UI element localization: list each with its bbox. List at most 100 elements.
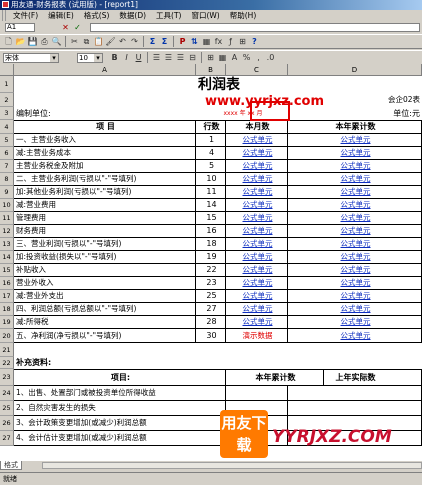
row-header[interactable]: 19	[0, 316, 14, 329]
percent-icon[interactable]: %	[241, 52, 252, 63]
thousands-icon[interactable]: ,	[253, 52, 264, 63]
font-size-select[interactable]: 10	[77, 52, 103, 63]
print-preview-icon[interactable]: 🔍	[51, 36, 62, 47]
row-header[interactable]: 25	[0, 401, 14, 416]
print-icon[interactable]: ⎙	[39, 36, 50, 47]
menu-window[interactable]: 窗口(W)	[186, 10, 224, 21]
supp-current-cell[interactable]	[226, 386, 288, 401]
row-header[interactable]: 4	[0, 120, 14, 134]
pivot-icon[interactable]: P	[177, 36, 188, 47]
decimal-icon[interactable]: .0	[265, 52, 276, 63]
formula-cell-year[interactable]: 公式单元	[288, 186, 422, 199]
formula-cell-year[interactable]: 公式单元	[288, 160, 422, 173]
row-header[interactable]: 2	[0, 93, 14, 107]
bold-icon[interactable]: B	[109, 52, 120, 63]
supp-prior-cell[interactable]	[288, 386, 422, 401]
formula-cell-month[interactable]: 公式单元	[226, 199, 288, 212]
horizontal-scrollbar[interactable]	[42, 462, 422, 469]
formula-cell-month[interactable]: 公式单元	[226, 225, 288, 238]
row-header[interactable]: 11	[0, 212, 14, 225]
calculate-icon[interactable]: ⊞	[237, 36, 248, 47]
column-header-d[interactable]: D	[288, 64, 422, 76]
merge-cells-icon[interactable]: ⊟	[187, 52, 198, 63]
formula-icon[interactable]: fx	[213, 36, 224, 47]
row-header[interactable]: 21	[0, 343, 14, 357]
formula-cell-month[interactable]: 公式单元	[226, 186, 288, 199]
row-header[interactable]: 5	[0, 134, 14, 147]
function-icon[interactable]: ƒ	[225, 36, 236, 47]
row-header[interactable]: 14	[0, 251, 14, 264]
menu-data[interactable]: 数据(D)	[114, 10, 151, 21]
formula-cell-year[interactable]: 公式单元	[288, 225, 422, 238]
chart-icon[interactable]: ▦	[201, 36, 212, 47]
row-header[interactable]: 17	[0, 290, 14, 303]
underline-icon[interactable]: U	[133, 52, 144, 63]
sum-row-icon[interactable]: Σ	[159, 36, 170, 47]
column-header-b[interactable]: B	[196, 64, 226, 76]
align-left-icon[interactable]: ☰	[151, 52, 162, 63]
formula-cell-year[interactable]: 公式单元	[288, 251, 422, 264]
open-folder-icon[interactable]: 📂	[15, 36, 26, 47]
font-color-icon[interactable]: A	[229, 52, 240, 63]
row-header[interactable]: 23	[0, 369, 14, 386]
row-header[interactable]: 6	[0, 147, 14, 160]
formula-cell-year[interactable]: 公式单元	[288, 173, 422, 186]
borders-icon[interactable]: ⊞	[205, 52, 216, 63]
column-header-a[interactable]: A	[14, 64, 196, 76]
sum-icon[interactable]: Σ	[147, 36, 158, 47]
formula-cell-month[interactable]: 公式单元	[226, 290, 288, 303]
cancel-icon[interactable]: ✕	[60, 22, 71, 33]
save-icon[interactable]: 💾	[27, 36, 38, 47]
formula-cell-year[interactable]: 公式单元	[288, 147, 422, 160]
formula-cell-year[interactable]: 公式单元	[288, 316, 422, 329]
formula-cell-month[interactable]: 公式单元	[226, 212, 288, 225]
formula-cell-year[interactable]: 公式单元	[288, 303, 422, 316]
row-header[interactable]: 16	[0, 277, 14, 290]
formula-cell-year[interactable]: 公式单元	[288, 277, 422, 290]
formula-cell-month[interactable]: 公式单元	[226, 134, 288, 147]
formula-cell-month[interactable]: 公式单元	[226, 251, 288, 264]
formula-input[interactable]	[90, 23, 420, 32]
cell-reference-box[interactable]: A1	[5, 23, 35, 32]
row-header[interactable]: 8	[0, 173, 14, 186]
sheet-tab-format[interactable]: 格式	[0, 461, 22, 470]
row-header[interactable]: 15	[0, 264, 14, 277]
align-center-icon[interactable]: ☰	[163, 52, 174, 63]
format-painter-icon[interactable]: 🖌	[105, 36, 116, 47]
menu-help[interactable]: 帮助(H)	[225, 10, 262, 21]
formula-cell-year[interactable]: 公式单元	[288, 212, 422, 225]
formula-cell-month[interactable]: 公式单元	[226, 147, 288, 160]
align-right-icon[interactable]: ☰	[175, 52, 186, 63]
row-header[interactable]: 18	[0, 303, 14, 316]
row-header[interactable]: 13	[0, 238, 14, 251]
help-icon[interactable]: ?	[249, 36, 260, 47]
formula-cell-month[interactable]: 公式单元	[226, 264, 288, 277]
cut-icon[interactable]: ✂	[69, 36, 80, 47]
formula-cell-year[interactable]: 公式单元	[288, 264, 422, 277]
report-grid[interactable]: A B C D 1 2 3 4 5 6 7 8 9 10 11 12 13 14 15 16 17 18 19 20 21 22 2…	[0, 64, 422, 461]
formula-cell-year[interactable]: 公式单元	[288, 238, 422, 251]
row-header[interactable]: 3	[0, 107, 14, 120]
row-header[interactable]: 20	[0, 329, 14, 343]
demo-data-cell[interactable]: 演示数据	[226, 329, 288, 343]
fill-color-icon[interactable]: ▦	[217, 52, 228, 63]
copy-icon[interactable]: ⧉	[81, 36, 92, 47]
formula-cell-year[interactable]: 公式单元	[288, 199, 422, 212]
row-header[interactable]: 26	[0, 416, 14, 431]
supp-prior-cell[interactable]	[288, 401, 422, 416]
row-header[interactable]: 27	[0, 431, 14, 446]
row-header[interactable]: 9	[0, 186, 14, 199]
undo-icon[interactable]: ↶	[117, 36, 128, 47]
formula-cell-month[interactable]: 公式单元	[226, 277, 288, 290]
menu-format[interactable]: 格式(S)	[79, 10, 115, 21]
formula-cell-month[interactable]: 公式单元	[226, 238, 288, 251]
confirm-icon[interactable]: ✓	[72, 22, 83, 33]
row-header[interactable]: 10	[0, 199, 14, 212]
row-header[interactable]: 1	[0, 76, 14, 93]
formula-cell-year[interactable]: 公式单元	[288, 290, 422, 303]
font-name-select[interactable]: 宋体	[3, 52, 59, 63]
formula-cell-month[interactable]: 公式单元	[226, 303, 288, 316]
row-header[interactable]: 22	[0, 357, 14, 369]
sort-icon[interactable]: ⇅	[189, 36, 200, 47]
paste-icon[interactable]: 📋	[93, 36, 104, 47]
